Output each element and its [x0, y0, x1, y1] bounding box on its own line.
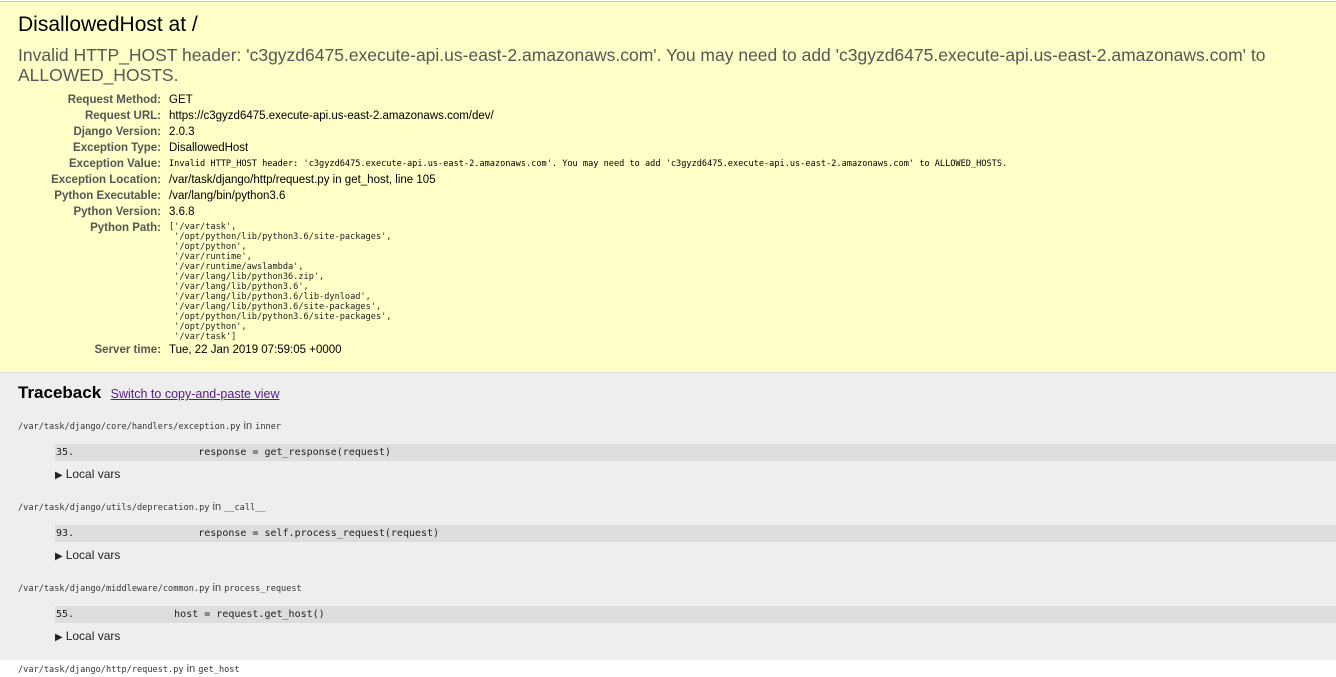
- local-vars-label: Local vars: [65, 548, 121, 562]
- local-vars-toggle[interactable]: ▶ Local vars: [55, 548, 1336, 564]
- meta-value: 3.6.8: [169, 206, 195, 218]
- meta-row-exception-type: Exception Type: DisallowedHost: [18, 140, 1007, 156]
- frame-header: /var/task/django/middleware/common.py in…: [18, 582, 1336, 596]
- exception-message: Invalid HTTP_HOST header: 'c3gyzd6475.ex…: [18, 45, 1266, 85]
- meta-row-server-time: Server time: Tue, 22 Jan 2019 07:59:05 +…: [18, 342, 1007, 358]
- code-text: response = get_response(request): [126, 447, 391, 458]
- meta-value: https://c3gyzd6475.execute-api.us-east-2…: [169, 110, 494, 122]
- meta-label: Django Version:: [73, 126, 161, 138]
- meta-label: Exception Type:: [73, 142, 161, 154]
- meta-label: Exception Value:: [68, 158, 161, 170]
- local-vars-label: Local vars: [65, 629, 121, 643]
- frame-header: /var/task/django/http/request.py in get_…: [18, 663, 1336, 677]
- frame-function: process_request: [224, 584, 302, 594]
- request-meta-table: Request Method: GET Request URL: https:/…: [18, 92, 1007, 358]
- meta-label: Python Path:: [90, 222, 161, 234]
- frame-filename: /var/task/django/http/request.py: [18, 665, 184, 675]
- meta-value: DisallowedHost: [169, 142, 249, 154]
- frame-filename: /var/task/django/core/handlers/exception…: [18, 422, 241, 432]
- code-text: response = self.process_request(request): [126, 528, 440, 539]
- meta-value: /var/lang/bin/python3.6: [169, 190, 286, 202]
- frame-function: inner: [255, 422, 282, 432]
- local-vars-toggle[interactable]: ▶ Local vars: [55, 467, 1336, 483]
- line-number: 93.: [56, 528, 75, 539]
- meta-label: Python Version:: [73, 206, 161, 218]
- meta-value-cell: ['/var/task', '/opt/python/lib/python3.6…: [169, 220, 1007, 342]
- frame-in-word: in: [186, 663, 196, 675]
- frame-function: get_host: [198, 665, 240, 675]
- frame-header: /var/task/django/core/handlers/exception…: [18, 420, 1336, 434]
- frame-in-word: in: [243, 420, 253, 432]
- frame-header: /var/task/django/utils/deprecation.py in…: [18, 501, 1336, 515]
- meta-label: Python Executable:: [54, 190, 161, 202]
- meta-label: Server time:: [94, 344, 161, 356]
- summary-panel: DisallowedHost at / Invalid HTTP_HOST he…: [0, 1, 1336, 373]
- line-number: 35.: [56, 447, 75, 458]
- python-path-list: ['/var/task', '/opt/python/lib/python3.6…: [169, 222, 392, 342]
- meta-label: Request Method:: [67, 94, 161, 106]
- frame-filename: /var/task/django/utils/deprecation.py: [18, 503, 210, 513]
- meta-label: Request URL:: [84, 110, 161, 122]
- traceback-panel: Traceback Switch to copy-and-paste view …: [0, 373, 1336, 675]
- meta-label: Exception Location:: [51, 174, 161, 186]
- frame-filename: /var/task/django/middleware/common.py: [18, 584, 210, 594]
- meta-row-python-version: Python Version: 3.6.8: [18, 204, 1007, 220]
- frame-code-line[interactable]: 35. response = get_response(request): [55, 444, 1336, 461]
- traceback-header: Traceback Switch to copy-and-paste view: [18, 383, 1336, 403]
- frame-in-word: in: [212, 501, 222, 513]
- meta-row-python-executable: Python Executable: /var/lang/bin/python3…: [18, 188, 1007, 204]
- meta-row-exception-value: Exception Value: Invalid HTTP_HOST heade…: [18, 156, 1007, 172]
- triangle-right-icon: ▶: [55, 470, 63, 481]
- frame-in-word: in: [212, 582, 222, 594]
- triangle-right-icon: ▶: [55, 551, 63, 562]
- traceback-title: Traceback: [18, 383, 102, 402]
- meta-value: Invalid HTTP_HOST header: 'c3gyzd6475.ex…: [169, 159, 1008, 169]
- frame-code-line[interactable]: 93. response = self.process_request(requ…: [55, 525, 1336, 542]
- meta-value: /var/task/django/http/request.py in get_…: [169, 174, 436, 186]
- meta-value: GET: [169, 94, 193, 106]
- line-number: 55.: [56, 609, 75, 620]
- local-vars-label: Local vars: [65, 467, 121, 481]
- local-vars-toggle[interactable]: ▶ Local vars: [55, 629, 1336, 645]
- meta-row-request-url: Request URL: https://c3gyzd6475.execute-…: [18, 108, 1007, 124]
- frame-code-line[interactable]: 55. host = request.get_host(): [55, 606, 1336, 623]
- meta-row-django-version: Django Version: 2.0.3: [18, 124, 1007, 140]
- triangle-right-icon: ▶: [55, 632, 63, 643]
- meta-row-exception-location: Exception Location: /var/task/django/htt…: [18, 172, 1007, 188]
- code-text: host = request.get_host(): [126, 609, 325, 620]
- meta-value: Tue, 22 Jan 2019 07:59:05 +0000: [169, 344, 342, 356]
- page-title: DisallowedHost at /: [18, 13, 198, 36]
- meta-row-python-path: Python Path: ['/var/task', '/opt/python/…: [18, 220, 1007, 342]
- frame-function: __call__: [224, 503, 266, 513]
- meta-row-request-method: Request Method: GET: [18, 92, 1007, 108]
- switch-to-copy-paste-link[interactable]: Switch to copy-and-paste view: [111, 387, 280, 401]
- meta-value: 2.0.3: [169, 126, 195, 138]
